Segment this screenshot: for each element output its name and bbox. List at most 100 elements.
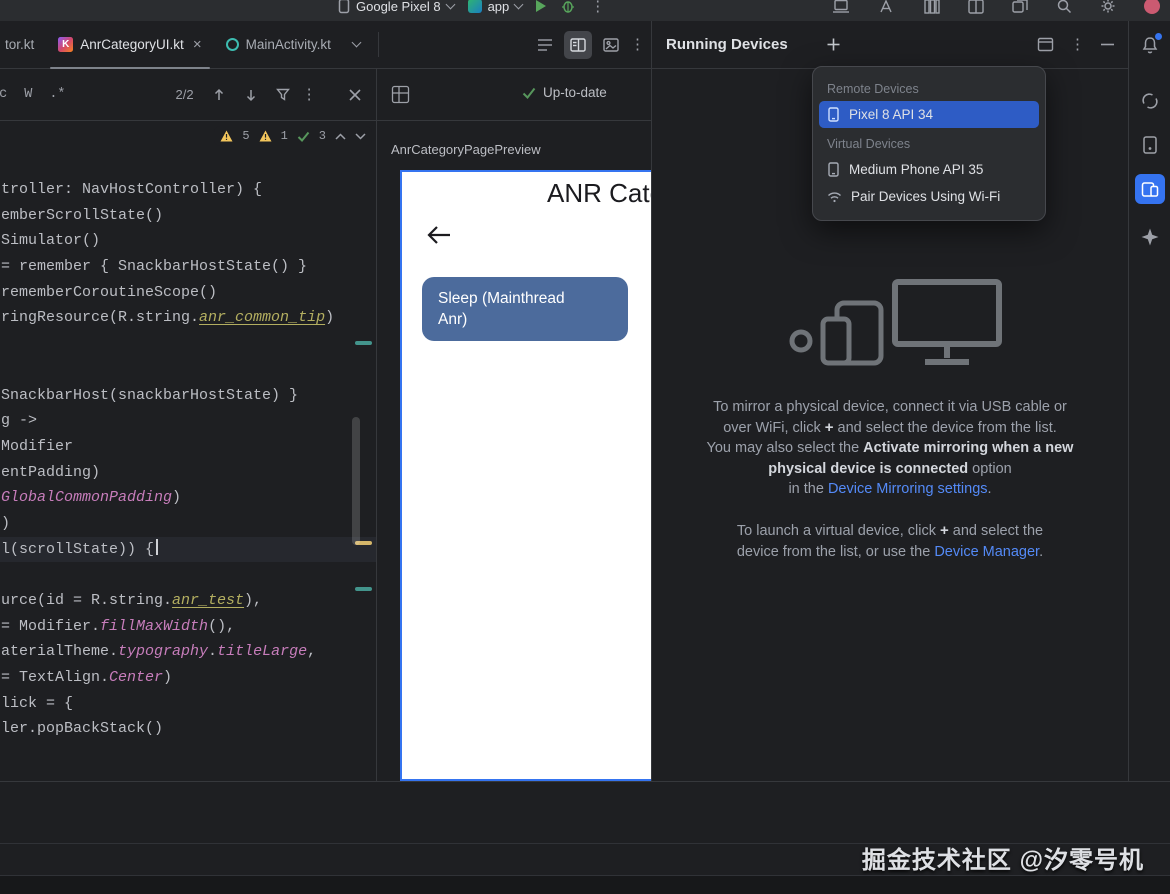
- previous-problem-icon[interactable]: [335, 133, 346, 140]
- popup-item[interactable]: Medium Phone API 35: [819, 156, 1039, 183]
- regex-toggle[interactable]: .*: [49, 87, 65, 102]
- text: You may also select the: [707, 440, 864, 456]
- code-text: ): [172, 489, 181, 506]
- device-preview-frame[interactable]: ANR Cate Sleep (Mainthread Anr): [400, 170, 651, 781]
- code-text: Center: [109, 669, 163, 686]
- code-line[interactable]: emberScrollState(): [0, 203, 376, 229]
- window-mode-icon[interactable]: [1037, 37, 1054, 52]
- match-count: 2/2: [176, 87, 194, 102]
- editor-options-icon[interactable]: [630, 37, 645, 52]
- run-config-selector[interactable]: app: [468, 0, 523, 14]
- tab-mainactivity-kt[interactable]: MainActivity.kt: [214, 21, 343, 68]
- code-line[interactable]: entPadding): [0, 460, 376, 486]
- text: over WiFi, click: [723, 420, 825, 436]
- close-tab-icon[interactable]: [193, 36, 202, 53]
- chevron-down-icon: [514, 0, 524, 9]
- device-manager-icon[interactable]: [1141, 135, 1159, 155]
- code-line[interactable]: = Modifier.fillMaxWidth(),: [0, 614, 376, 640]
- running-devices-tool-button[interactable]: [1135, 174, 1165, 204]
- code-line[interactable]: SnackbarHost(snackbarHostState) }: [0, 383, 376, 409]
- tab-list-dropdown-icon[interactable]: [343, 21, 370, 68]
- code-view-button[interactable]: [531, 31, 559, 59]
- preview-grid-layout-icon[interactable]: [391, 85, 410, 104]
- more-actions-icon[interactable]: [590, 0, 605, 14]
- kotlin-file-icon: [58, 37, 73, 52]
- code-text: ringResource(R.string.: [1, 309, 199, 326]
- code-line[interactable]: = remember { SnackbarHostState() }: [0, 254, 376, 280]
- avatar[interactable]: [1144, 0, 1160, 14]
- filter-icon[interactable]: [276, 88, 290, 101]
- code-text: typography: [118, 643, 208, 660]
- code-text: g ->: [1, 412, 37, 429]
- code-editor[interactable]: troller: NavHostController) {emberScroll…: [0, 121, 376, 781]
- text: in the: [788, 481, 828, 497]
- laptop-icon[interactable]: [832, 0, 850, 14]
- code-line[interactable]: ler.popBackStack(): [0, 716, 376, 742]
- code-line[interactable]: aterialTheme.typography.titleLarge,: [0, 639, 376, 665]
- popup-item[interactable]: Pixel 8 API 34: [819, 101, 1039, 128]
- layout-icon[interactable]: [968, 0, 984, 14]
- next-problem-icon[interactable]: [355, 133, 366, 140]
- back-arrow-icon[interactable]: [426, 224, 452, 246]
- text-line: You may also select the Activate mirrori…: [652, 438, 1128, 459]
- popup-item[interactable]: Pair Devices Using Wi-Fi: [819, 183, 1039, 210]
- ai-actions-icon[interactable]: [878, 0, 896, 14]
- device-manager-link[interactable]: Device Manager: [934, 544, 1039, 560]
- code-line[interactable]: [0, 331, 376, 357]
- divider: [378, 32, 379, 57]
- tab-label: MainActivity.kt: [246, 37, 331, 52]
- gemini-sparkle-icon[interactable]: [1140, 227, 1160, 247]
- add-device-button[interactable]: [826, 37, 841, 52]
- close-find-icon[interactable]: [348, 88, 362, 102]
- find-bar: Cc W .* 2/2: [0, 69, 376, 121]
- match-case-toggle[interactable]: Cc: [0, 87, 7, 102]
- code-line[interactable]: ): [0, 511, 376, 537]
- hide-panel-icon[interactable]: [1101, 43, 1114, 46]
- run-button[interactable]: [536, 0, 546, 12]
- code-line[interactable]: Modifier: [0, 434, 376, 460]
- device-selector[interactable]: Google Pixel 8: [338, 0, 454, 14]
- editor-scrollbar[interactable]: [352, 417, 360, 545]
- assistant-icon[interactable]: [1140, 91, 1160, 111]
- columns-icon[interactable]: [924, 0, 940, 14]
- code-line[interactable]: l(scrollState)) {: [0, 537, 376, 563]
- passed-count: 3: [319, 129, 326, 143]
- text-line: in the Device Mirroring settings.: [652, 479, 1128, 500]
- code-line[interactable]: troller: NavHostController) {: [0, 177, 376, 203]
- sleep-mainthread-anr-button[interactable]: Sleep (Mainthread Anr): [422, 277, 628, 341]
- windows-icon[interactable]: [1012, 0, 1028, 14]
- preview-name[interactable]: AnrCategoryPagePreview: [391, 142, 541, 157]
- split-view-button[interactable]: [564, 31, 592, 59]
- tab-tor-kt[interactable]: tor.kt: [0, 21, 46, 68]
- change-marker[interactable]: [355, 341, 372, 345]
- weak-warning-icon: [259, 130, 272, 142]
- phone-icon: [827, 107, 840, 122]
- whole-words-toggle[interactable]: W: [24, 87, 32, 102]
- tab-anrcategoryui-kt[interactable]: AnrCategoryUI.kt: [46, 21, 213, 68]
- design-view-button[interactable]: [597, 31, 625, 59]
- code-text: (),: [208, 618, 235, 635]
- code-line[interactable]: Simulator(): [0, 228, 376, 254]
- code-line[interactable]: [0, 562, 376, 588]
- panel-options-icon[interactable]: [1070, 37, 1085, 52]
- previous-match-button[interactable]: [212, 88, 226, 102]
- inspections-widget[interactable]: 5 1 3: [214, 126, 372, 146]
- notifications-bell-icon[interactable]: [1140, 35, 1160, 56]
- code-line[interactable]: rememberCoroutineScope(): [0, 280, 376, 306]
- text-caret: [156, 539, 158, 555]
- device-mirroring-settings-link[interactable]: Device Mirroring settings: [828, 481, 988, 497]
- code-line[interactable]: lick = {: [0, 691, 376, 717]
- debug-button[interactable]: [560, 0, 576, 14]
- code-line[interactable]: GlobalCommonPadding): [0, 485, 376, 511]
- next-match-button[interactable]: [244, 88, 258, 102]
- code-line[interactable]: urce(id = R.string.anr_test),: [0, 588, 376, 614]
- search-icon[interactable]: [1056, 0, 1072, 14]
- change-marker[interactable]: [355, 587, 372, 591]
- code-line[interactable]: [0, 357, 376, 383]
- code-line[interactable]: g ->: [0, 408, 376, 434]
- code-line[interactable]: ringResource(R.string.anr_common_tip): [0, 305, 376, 331]
- find-options-icon[interactable]: [302, 87, 317, 102]
- code-line[interactable]: = TextAlign.Center): [0, 665, 376, 691]
- settings-icon[interactable]: [1100, 0, 1116, 14]
- text: To launch a virtual device, click: [737, 523, 940, 539]
